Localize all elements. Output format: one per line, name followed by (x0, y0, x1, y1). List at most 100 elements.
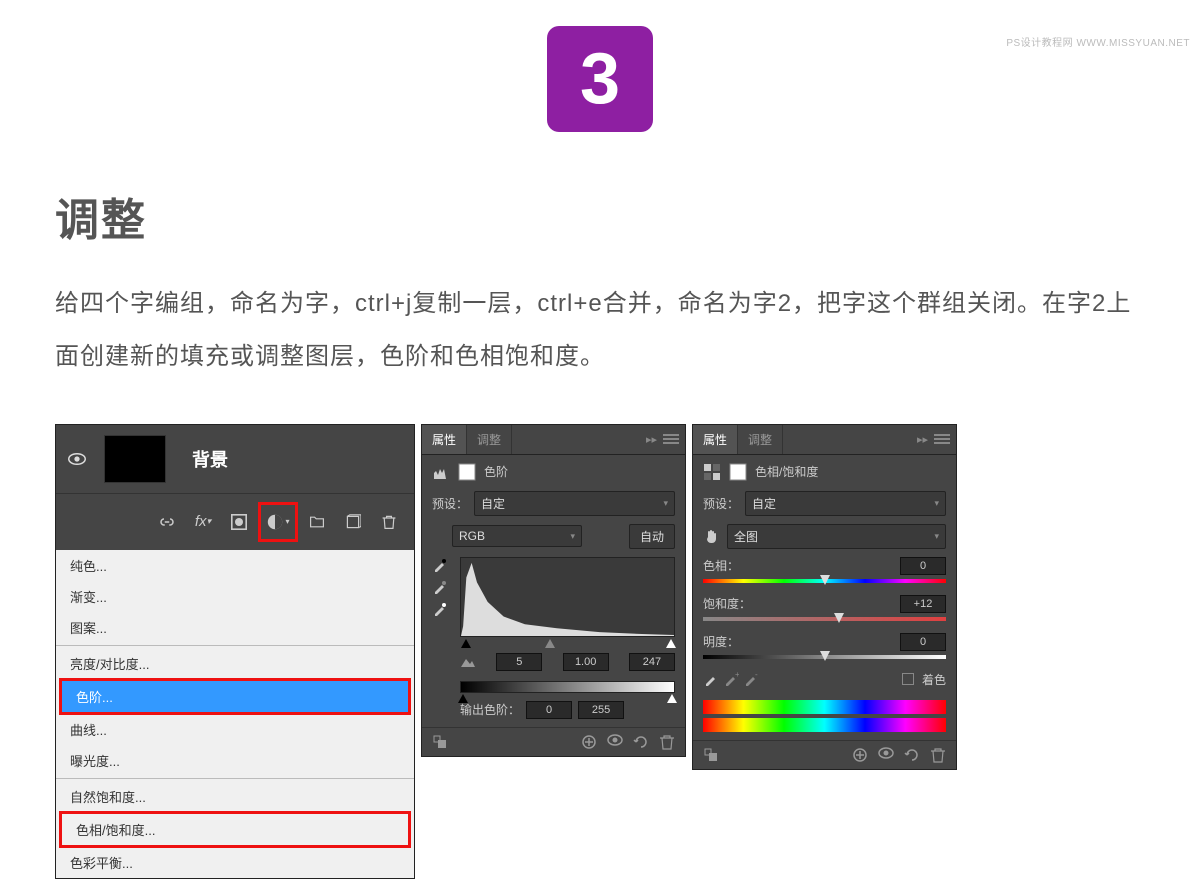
visibility-icon[interactable] (68, 452, 86, 466)
hue-saturation-panel: 属性 调整 ▸▸ 色相/饱和度 预设： 自定▾ 全图▾ 色相： 饱和度： 明度： (692, 424, 957, 770)
hue-slider[interactable] (703, 579, 946, 583)
tab-adjustments[interactable]: 调整 (467, 425, 512, 454)
highlight-huesat: 色相/饱和度... (59, 811, 411, 848)
preset-select[interactable]: 自定▾ (474, 491, 675, 516)
folder-icon[interactable] (302, 507, 332, 537)
fx-icon[interactable]: fx▾ (188, 507, 218, 537)
link-icon[interactable] (152, 507, 182, 537)
white-point-handle[interactable] (666, 639, 676, 648)
clip-to-layer-icon[interactable] (852, 747, 868, 763)
visibility-icon[interactable] (878, 747, 894, 763)
saturation-label: 饱和度： (703, 595, 751, 613)
colorize-label: 着色 (922, 671, 946, 688)
eyedropper-black-icon[interactable] (432, 557, 448, 573)
layers-panel: 背景 fx▾ ▾ 纯色... 渐变... 图案... 亮度/对比度... 色阶.… (55, 424, 415, 879)
grey-point-handle[interactable] (545, 639, 555, 648)
menu-solid-color[interactable]: 纯色... (56, 550, 414, 581)
clip-to-layer-icon[interactable] (581, 734, 597, 750)
layer-thumbnail[interactable] (104, 435, 166, 483)
menu-brightness[interactable]: 亮度/对比度... (56, 648, 414, 679)
svg-text:-: - (755, 671, 758, 679)
svg-text:+: + (735, 671, 739, 679)
mask-icon[interactable] (224, 507, 254, 537)
layer-toolbar: fx▾ ▾ (56, 493, 414, 550)
collapse-icon[interactable]: ▸▸ (646, 433, 657, 446)
layer-row[interactable]: 背景 (56, 425, 414, 493)
lightness-value[interactable] (900, 633, 946, 651)
lightness-slider[interactable] (703, 655, 946, 659)
trash-icon[interactable] (374, 507, 404, 537)
hue-value[interactable] (900, 557, 946, 575)
panel-tabs: 属性 调整 ▸▸ (693, 425, 956, 455)
panel-menu-icon[interactable] (663, 430, 679, 448)
menu-exposure[interactable]: 曝光度... (56, 745, 414, 776)
levels-icon (432, 463, 450, 481)
trash-icon[interactable] (659, 734, 675, 750)
saturation-knob[interactable] (834, 613, 844, 623)
menu-color-balance[interactable]: 色彩平衡... (56, 847, 414, 878)
preset-select[interactable]: 自定▾ (745, 491, 946, 516)
eyedropper-white-icon[interactable] (432, 601, 448, 617)
input-slider[interactable] (460, 639, 675, 651)
output-gradient[interactable] (460, 681, 675, 693)
lightness-knob[interactable] (820, 651, 830, 661)
menu-levels[interactable]: 色阶... (62, 681, 408, 712)
trash-icon[interactable] (930, 747, 946, 763)
lightness-label: 明度： (703, 633, 739, 651)
watermark: PS设计教程网 WWW.MISSYUAN.NET (1006, 34, 1190, 49)
menu-curves[interactable]: 曲线... (56, 714, 414, 745)
input-black-value[interactable] (496, 653, 542, 671)
panel-menu-icon[interactable] (934, 430, 950, 448)
adjustment-menu: 纯色... 渐变... 图案... 亮度/对比度... 色阶... 曲线... … (56, 550, 414, 878)
input-mid-value[interactable] (563, 653, 609, 671)
reset-icon[interactable] (904, 747, 920, 763)
section-description: 给四个字编组，命名为字，ctrl+j复制一层，ctrl+e合并，命名为字2，把字… (55, 278, 1145, 384)
auto-button[interactable]: 自动 (629, 524, 675, 549)
adjustment-layer-icon[interactable]: ▾ (263, 507, 293, 537)
mask-thumb-icon (729, 463, 747, 481)
input-white-value[interactable] (629, 653, 675, 671)
tab-adjustments[interactable]: 调整 (738, 425, 783, 454)
layer-name: 背景 (192, 446, 228, 472)
panel-title: 色阶 (484, 463, 508, 480)
hand-icon[interactable] (703, 527, 721, 545)
mountain-icon (460, 653, 476, 669)
highlight-adjustment-button: ▾ (258, 502, 298, 542)
menu-pattern[interactable]: 图案... (56, 612, 414, 643)
histogram (460, 557, 675, 637)
menu-gradient[interactable]: 渐变... (56, 581, 414, 612)
hsl-icon (703, 463, 721, 481)
range-select[interactable]: 全图▾ (727, 524, 946, 549)
saturation-slider[interactable] (703, 617, 946, 621)
output-black-handle[interactable] (458, 694, 468, 703)
step-badge: 3 (547, 26, 653, 132)
saturation-value[interactable] (900, 595, 946, 613)
menu-vibrance[interactable]: 自然饱和度... (56, 781, 414, 812)
tab-properties[interactable]: 属性 (422, 425, 467, 454)
menu-hue-saturation[interactable]: 色相/饱和度... (62, 814, 408, 845)
eyedropper-grey-icon[interactable] (432, 579, 448, 595)
clip-icon[interactable] (703, 747, 719, 763)
visibility-icon[interactable] (607, 734, 623, 750)
reset-icon[interactable] (633, 734, 649, 750)
tab-properties[interactable]: 属性 (693, 425, 738, 454)
clip-icon[interactable] (432, 734, 448, 750)
black-point-handle[interactable] (461, 639, 471, 648)
levels-panel: 属性 调整 ▸▸ 色阶 预设： 自定▾ RGB▾ 自动 (421, 424, 686, 757)
hue-knob[interactable] (820, 575, 830, 585)
output-white-handle[interactable] (667, 694, 677, 703)
hue-label: 色相： (703, 557, 739, 575)
mask-thumb-icon (458, 463, 476, 481)
preset-label: 预设： (432, 495, 468, 512)
panel-title: 色相/饱和度 (755, 463, 818, 480)
section-heading: 调整 (55, 184, 1145, 248)
eyedropper-plus-icon[interactable]: + (723, 671, 739, 687)
highlight-levels: 色阶... (59, 678, 411, 715)
preset-label: 预设： (703, 495, 739, 512)
colorize-checkbox[interactable] (902, 673, 914, 685)
eyedropper-minus-icon[interactable]: - (743, 671, 759, 687)
collapse-icon[interactable]: ▸▸ (917, 433, 928, 446)
eyedropper-icon[interactable] (703, 671, 719, 687)
new-layer-icon[interactable] (338, 507, 368, 537)
channel-select[interactable]: RGB▾ (452, 525, 582, 547)
